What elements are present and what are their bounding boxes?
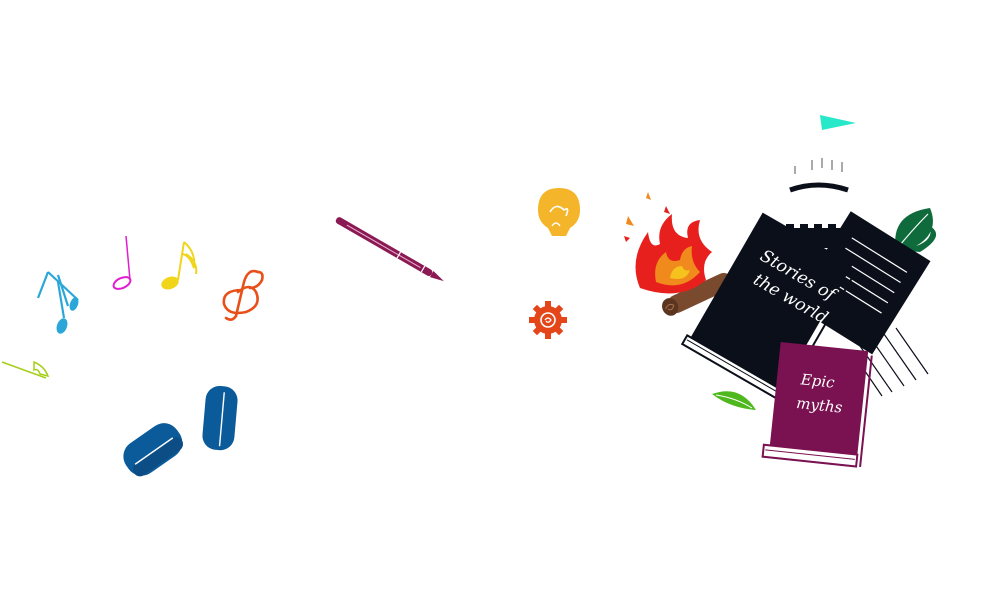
music-note-icon (112, 235, 132, 290)
music-note-icon (1, 360, 50, 379)
purple-book-title-line1: Epic (799, 370, 836, 392)
book-icon: Epic myths (761, 341, 873, 468)
music-note-icon (161, 241, 198, 290)
pen-icon (335, 217, 444, 282)
headphones-icon (123, 385, 238, 477)
flag-icon (820, 115, 856, 130)
lightbulb-icon (538, 188, 580, 236)
treble-clef-icon (222, 269, 264, 321)
gear-icon (529, 301, 567, 339)
storytelling-illustration: Stories of the world Epic myths (1, 115, 937, 477)
music-note-icon (36, 271, 79, 334)
leaf-icon (712, 391, 756, 410)
